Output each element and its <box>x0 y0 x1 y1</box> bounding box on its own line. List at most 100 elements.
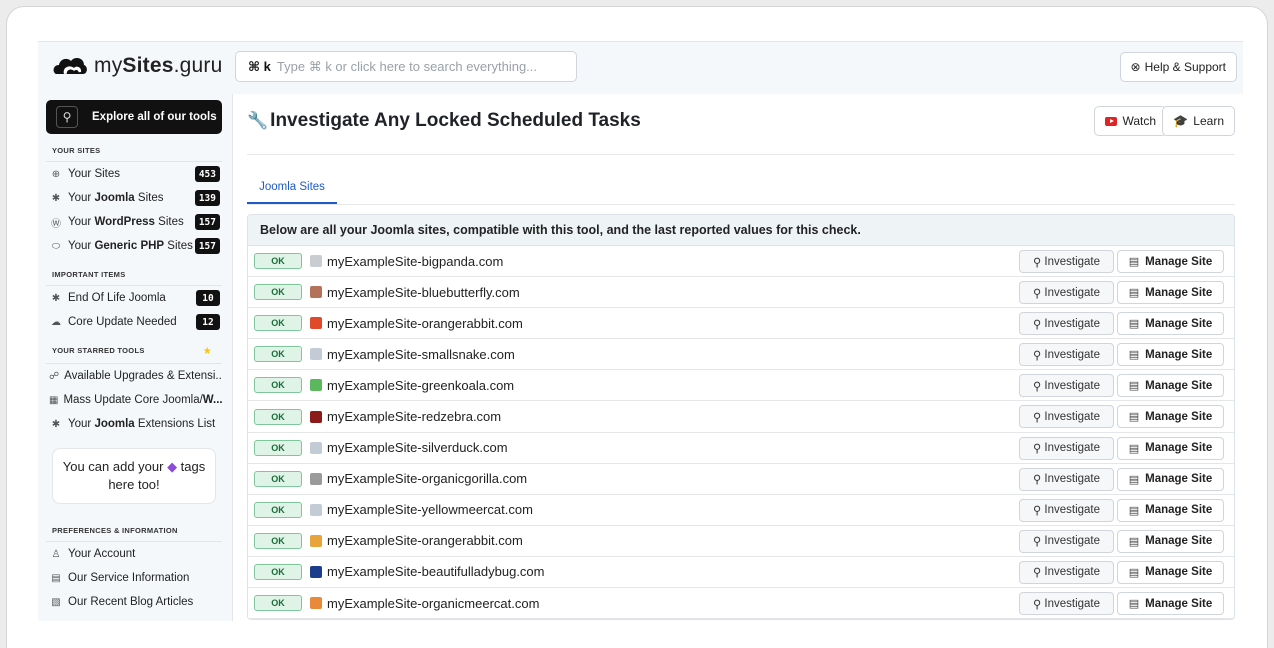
investigate-button[interactable]: ⚲ Investigate <box>1019 343 1114 367</box>
table-row: OK myExampleSite-organicgorilla.com ⚲ Inves… <box>248 463 1234 495</box>
sidebar-item[interactable]: ▤ Our Service Information <box>46 566 222 590</box>
top-header: mySites.guru ⌘ k Type ⌘ k or click here … <box>38 42 1243 94</box>
manage-site-button[interactable]: ▤ Manage Site <box>1117 560 1224 584</box>
sidebar-item[interactable]: ✱ Your Joomla Sites 139 <box>46 186 222 210</box>
table-row: OK myExampleSite-yellowmeercat.com ⚲ Invest… <box>248 494 1234 526</box>
user-icon: ♙ <box>51 548 61 560</box>
sidebar-item[interactable]: ▦ Mass Update Core Joomla/W... <box>46 388 222 412</box>
status-badge: OK <box>254 439 302 456</box>
manage-site-button[interactable]: ▤ Manage Site <box>1117 498 1224 522</box>
manage-site-button[interactable]: ▤ Manage Site <box>1117 405 1224 429</box>
learn-button[interactable]: 🎓 Learn <box>1162 106 1235 136</box>
tab-joomla-sites[interactable]: Joomla Sites <box>247 172 337 204</box>
clipboard-icon: ▤ <box>51 572 61 584</box>
status-badge: OK <box>254 532 302 549</box>
newspaper-icon: ▧ <box>51 596 61 608</box>
count-badge: 453 <box>194 166 220 182</box>
keyboard-shortcut-hint: ⌘ k <box>248 58 271 74</box>
count-badge: 157 <box>194 238 220 254</box>
document-icon: ▤ <box>1128 566 1140 579</box>
favicon-icon <box>310 317 322 330</box>
site-name[interactable]: myExampleSite-smallsnake.com <box>327 347 515 362</box>
status-badge: OK <box>254 253 302 270</box>
sitemap-icon: ☍ <box>49 370 60 382</box>
count-badge: 10 <box>196 290 220 306</box>
search-input[interactable]: ⌘ k Type ⌘ k or click here to search eve… <box>235 51 577 82</box>
manage-site-button[interactable]: ▤ Manage Site <box>1117 343 1224 367</box>
sidebar-item-label: Core Update Needed <box>68 316 177 328</box>
manage-site-button[interactable]: ▤ Manage Site <box>1117 374 1224 398</box>
sidebar-item[interactable]: ✱ End Of Life Joomla 10 <box>46 286 222 310</box>
sidebar-item-label: Our Service Information <box>68 572 190 584</box>
sidebar-item[interactable]: ▧ Our Recent Blog Articles <box>46 590 222 614</box>
favicon-icon <box>310 472 322 485</box>
manage-site-button[interactable]: ▤ Manage Site <box>1117 529 1224 553</box>
site-name[interactable]: myExampleSite-greenkoala.com <box>327 378 514 393</box>
sidebar-item-label: Available Upgrades & Extensi... <box>64 370 222 382</box>
site-name[interactable]: myExampleSite-bigpanda.com <box>327 254 503 269</box>
wrench-icon: ⚲ <box>1032 474 1042 487</box>
sidebar-item[interactable]: Ⓦ Your WordPress Sites 157 <box>46 210 222 234</box>
investigate-button[interactable]: ⚲ Investigate <box>1019 467 1114 491</box>
status-badge: OK <box>254 315 302 332</box>
site-name[interactable]: myExampleSite-organicgorilla.com <box>327 471 527 486</box>
manage-site-button[interactable]: ▤ Manage Site <box>1117 436 1224 460</box>
wrench-icon: ⚲ <box>1032 256 1042 269</box>
explore-tools-button[interactable]: ⚲ Explore all of our tools <box>46 100 222 134</box>
manage-site-button[interactable]: ▤ Manage Site <box>1117 592 1224 616</box>
status-badge: OK <box>254 346 302 363</box>
investigate-button[interactable]: ⚲ Investigate <box>1019 374 1114 398</box>
sidebar-item[interactable]: ✱ Your Joomla Extensions List <box>46 412 222 436</box>
table-row: OK myExampleSite-beautifulladybug.com ⚲ Inv… <box>248 556 1234 589</box>
investigate-button[interactable]: ⚲ Investigate <box>1019 281 1114 305</box>
investigate-button[interactable]: ⚲ Investigate <box>1019 250 1114 273</box>
investigate-button[interactable]: ⚲ Investigate <box>1019 529 1114 553</box>
main-content: 🔧 Investigate Any Locked Scheduled Tasks… <box>232 94 1243 621</box>
wrench-icon: ⚲ <box>1032 536 1042 549</box>
sidebar-item[interactable]: ☍ Available Upgrades & Extensi... <box>46 364 222 388</box>
help-support-button[interactable]: ⊗ Help & Support <box>1119 52 1237 82</box>
site-name[interactable]: myExampleSite-orangerabbit.com <box>327 533 523 548</box>
investigate-button[interactable]: ⚲ Investigate <box>1019 436 1114 460</box>
document-icon: ▤ <box>1128 473 1140 486</box>
manage-site-button[interactable]: ▤ Manage Site <box>1117 467 1224 491</box>
document-icon: ▤ <box>1128 287 1140 300</box>
sidebar-item-label: Your Account <box>68 548 136 560</box>
site-name[interactable]: myExampleSite-beautifulladybug.com <box>327 564 545 579</box>
site-name[interactable]: myExampleSite-yellowmeercat.com <box>327 502 533 517</box>
wrench-icon: 🔧 <box>247 111 269 130</box>
document-icon: ▤ <box>1128 411 1140 424</box>
sidebar-item[interactable]: ☁ Core Update Needed 12 <box>46 310 222 334</box>
site-name[interactable]: myExampleSite-organicmeercat.com <box>327 596 539 611</box>
wrench-icon: ⚲ <box>1032 411 1042 424</box>
logo-text: mySites.guru <box>94 54 223 77</box>
logo[interactable]: mySites.guru <box>52 52 222 80</box>
favicon-icon <box>310 441 322 454</box>
watch-button[interactable]: Watch <box>1094 106 1167 136</box>
manage-site-button[interactable]: ▤ Manage Site <box>1117 250 1224 273</box>
manage-site-button[interactable]: ▤ Manage Site <box>1117 312 1224 336</box>
status-badge: OK <box>254 595 302 612</box>
php-icon: ⬭ <box>51 240 61 252</box>
investigate-button[interactable]: ⚲ Investigate <box>1019 405 1114 429</box>
investigate-button[interactable]: ⚲ Investigate <box>1019 592 1114 616</box>
sidebar-item-label: End Of Life Joomla <box>68 292 166 304</box>
table-row: OK myExampleSite-greenkoala.com ⚲ Investiga… <box>248 370 1234 402</box>
sidebar-item[interactable]: ♙ Your Account <box>46 542 222 566</box>
site-name[interactable]: myExampleSite-orangerabbit.com <box>327 316 523 331</box>
table-row: OK myExampleSite-orangerabbit.com ⚲ Investi… <box>248 308 1234 340</box>
cloud-logo-icon <box>53 57 87 74</box>
manage-site-button[interactable]: ▤ Manage Site <box>1117 281 1224 305</box>
investigate-button[interactable]: ⚲ Investigate <box>1019 312 1114 336</box>
site-name[interactable]: myExampleSite-redzebra.com <box>327 409 501 424</box>
status-badge: OK <box>254 470 302 487</box>
investigate-button[interactable]: ⚲ Investigate <box>1019 498 1114 522</box>
sidebar-item[interactable]: ⊕ Your Sites 453 <box>46 162 222 186</box>
table-row: OK myExampleSite-smallsnake.com ⚲ Investiga… <box>248 339 1234 371</box>
status-badge: OK <box>254 563 302 580</box>
sidebar-item[interactable]: ⬭ Your Generic PHP Sites 157 <box>46 234 222 258</box>
site-name[interactable]: myExampleSite-silverduck.com <box>327 440 508 455</box>
sidebar-item-label: Your Sites <box>68 168 121 180</box>
investigate-button[interactable]: ⚲ Investigate <box>1019 560 1114 584</box>
site-name[interactable]: myExampleSite-bluebutterfly.com <box>327 285 520 300</box>
